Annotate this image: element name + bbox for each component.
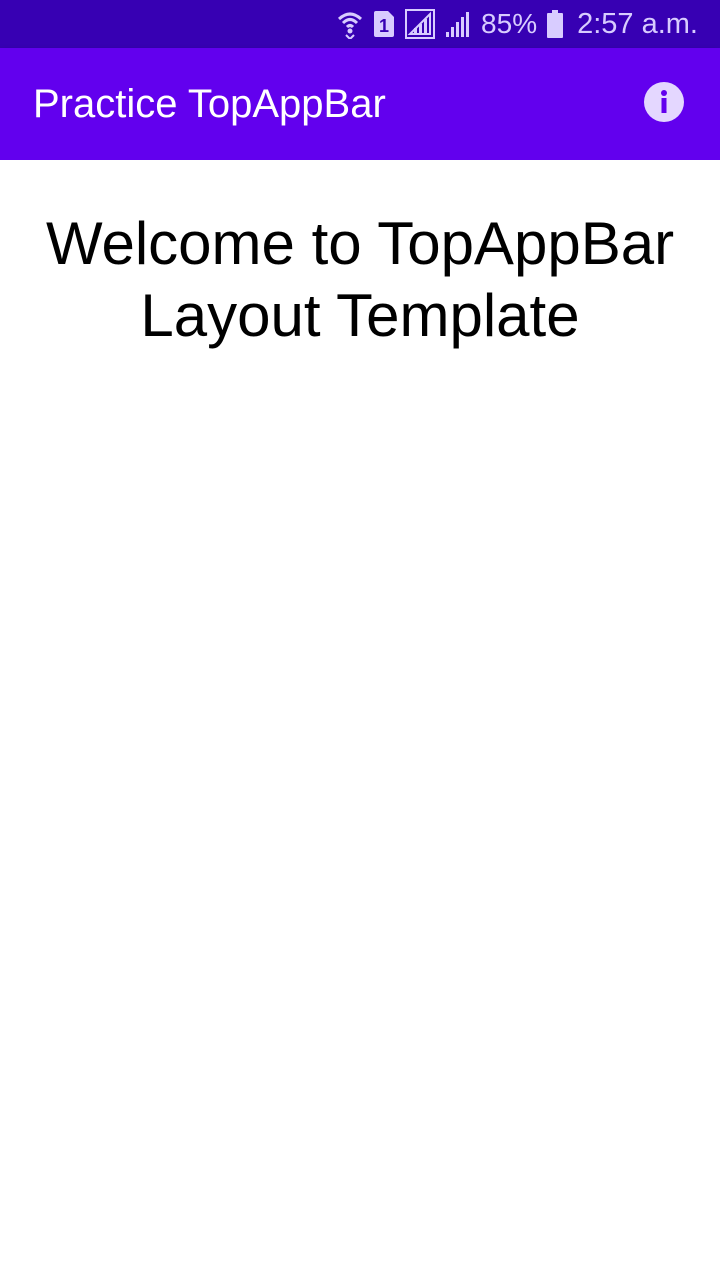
wifi-icon xyxy=(337,9,363,39)
info-icon xyxy=(643,81,685,128)
signal-icon xyxy=(405,9,436,39)
battery-icon xyxy=(547,10,564,38)
signal-icon xyxy=(445,10,471,38)
app-bar-title: Practice TopAppBar xyxy=(33,81,386,126)
battery-percent: 85% xyxy=(481,8,538,39)
main-content: Welcome to TopAppBar Layout Template xyxy=(0,160,720,1280)
info-button[interactable] xyxy=(640,80,688,128)
top-app-bar: Practice TopAppBar xyxy=(0,48,720,160)
status-time: 2:57 a.m. xyxy=(577,7,698,40)
sim-icon: 1 xyxy=(373,10,395,38)
svg-text:1: 1 xyxy=(379,16,389,36)
welcome-text: Welcome to TopAppBar Layout Template xyxy=(45,210,675,349)
status-bar: 1 85% 2:57 a.m. xyxy=(0,0,720,48)
